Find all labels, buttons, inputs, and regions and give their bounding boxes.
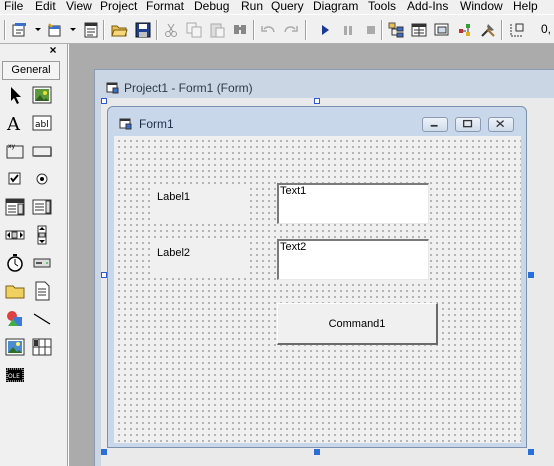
menu-format[interactable]: Format [146, 0, 184, 13]
shape-icon[interactable] [4, 308, 26, 330]
toolbar-separator [253, 20, 255, 40]
undo-icon[interactable] [259, 21, 277, 39]
text1[interactable]: Text1 [277, 183, 429, 224]
toolbar-separator [381, 20, 383, 40]
label2-caption: Label2 [157, 247, 191, 259]
menu-edit[interactable]: Edit [35, 0, 56, 13]
save-project-icon[interactable] [134, 21, 152, 39]
label1[interactable]: Label1 [152, 186, 250, 222]
menu-bar: File Edit View Project Format Debug Run … [0, 0, 554, 14]
line-icon[interactable] [31, 308, 53, 330]
toolbar-separator [305, 20, 307, 40]
properties-window-icon[interactable] [410, 21, 428, 39]
add-project-icon[interactable] [11, 21, 29, 39]
toolbox-panel: × General A abl xy OLE [0, 44, 68, 466]
find-icon[interactable] [231, 21, 249, 39]
optionbutton-icon[interactable] [31, 168, 53, 190]
position-readout: 0, [541, 22, 552, 36]
form-layout-icon[interactable] [433, 21, 451, 39]
image-icon[interactable] [4, 336, 26, 358]
maximize-button[interactable] [455, 117, 481, 132]
form-caption: Form1 [139, 117, 174, 131]
open-project-icon[interactable] [110, 21, 128, 39]
command1-caption: Command1 [328, 318, 386, 330]
ole-icon[interactable]: OLE [4, 364, 26, 386]
form-designer-icon [106, 82, 119, 94]
menu-debug[interactable]: Debug [194, 0, 229, 13]
object-browser-icon[interactable] [456, 21, 474, 39]
cut-icon[interactable] [162, 21, 180, 39]
toolbar-separator [156, 20, 158, 40]
label1-caption: Label1 [157, 191, 191, 203]
commandbutton-icon[interactable] [31, 140, 53, 162]
label2[interactable]: Label2 [152, 242, 250, 278]
minimize-button[interactable] [422, 117, 448, 132]
listbox-icon[interactable] [31, 196, 53, 218]
menu-help[interactable]: Help [513, 0, 538, 13]
dirlistbox-icon[interactable] [4, 280, 26, 302]
standard-toolbar: 0, [0, 14, 554, 44]
menu-query[interactable]: Query [271, 0, 304, 13]
svg-text:OLE: OLE [8, 373, 20, 380]
resize-handle[interactable] [314, 98, 320, 104]
minimize-icon [430, 124, 438, 127]
break-icon[interactable] [339, 21, 357, 39]
picturebox-icon[interactable] [31, 84, 53, 106]
toolbox-tab-general[interactable]: General [2, 61, 60, 80]
add-form-dropdown-icon[interactable] [70, 28, 76, 31]
drivelistbox-icon[interactable] [31, 252, 53, 274]
form-icon [119, 118, 132, 130]
toolbar-grip [4, 20, 6, 40]
text2[interactable]: Text2 [277, 239, 429, 280]
start-icon[interactable] [316, 21, 334, 39]
redo-icon[interactable] [282, 21, 300, 39]
svg-text:xy: xy [8, 143, 16, 150]
maximize-icon [463, 119, 473, 128]
menu-file[interactable]: File [4, 0, 23, 13]
paste-icon[interactable] [208, 21, 226, 39]
filelistbox-icon[interactable] [31, 280, 53, 302]
menu-tools[interactable]: Tools [368, 0, 396, 13]
menu-window[interactable]: Window [460, 0, 503, 13]
hscrollbar-icon[interactable] [4, 224, 26, 246]
toolbar-separator [501, 20, 503, 40]
resize-handle[interactable] [101, 98, 107, 104]
textbox-icon[interactable]: abl [31, 112, 53, 134]
toolbar-separator [103, 20, 105, 40]
menu-view[interactable]: View [66, 0, 92, 13]
svg-text:A: A [6, 114, 21, 134]
vscrollbar-icon[interactable] [31, 224, 53, 246]
end-icon[interactable] [362, 21, 380, 39]
menu-add-ins[interactable]: Add-Ins [407, 0, 448, 13]
resize-handle[interactable] [528, 449, 534, 455]
text2-value: Text2 [280, 241, 307, 253]
text1-value: Text1 [280, 185, 307, 197]
close-button[interactable] [488, 117, 514, 132]
data-icon[interactable] [31, 336, 53, 358]
resize-handle[interactable] [314, 449, 320, 455]
frame-icon[interactable]: xy [4, 140, 26, 162]
project-explorer-icon[interactable] [387, 21, 405, 39]
copy-icon[interactable] [185, 21, 203, 39]
add-project-dropdown-icon[interactable] [35, 28, 41, 31]
checkbox-icon[interactable] [4, 168, 26, 190]
menu-project[interactable]: Project [100, 0, 137, 13]
timer-icon[interactable] [4, 252, 26, 274]
designer-title: Project1 - Form1 (Form) [124, 81, 253, 95]
resize-handle[interactable] [101, 449, 107, 455]
add-form-icon[interactable] [46, 21, 64, 39]
svg-text:abl: abl [35, 120, 49, 130]
toolbox-icon[interactable] [479, 21, 497, 39]
menu-run[interactable]: Run [241, 0, 263, 13]
combobox-icon[interactable] [4, 196, 26, 218]
label-icon[interactable]: A [4, 112, 26, 134]
position-icon [508, 21, 526, 39]
resize-handle[interactable] [528, 272, 534, 278]
menu-diagram[interactable]: Diagram [313, 0, 358, 13]
pointer-icon[interactable] [4, 84, 26, 106]
close-icon[interactable]: × [47, 44, 59, 56]
close-icon [496, 120, 505, 128]
command1[interactable]: Command1 [277, 303, 438, 345]
menu-editor-icon[interactable] [82, 21, 100, 39]
